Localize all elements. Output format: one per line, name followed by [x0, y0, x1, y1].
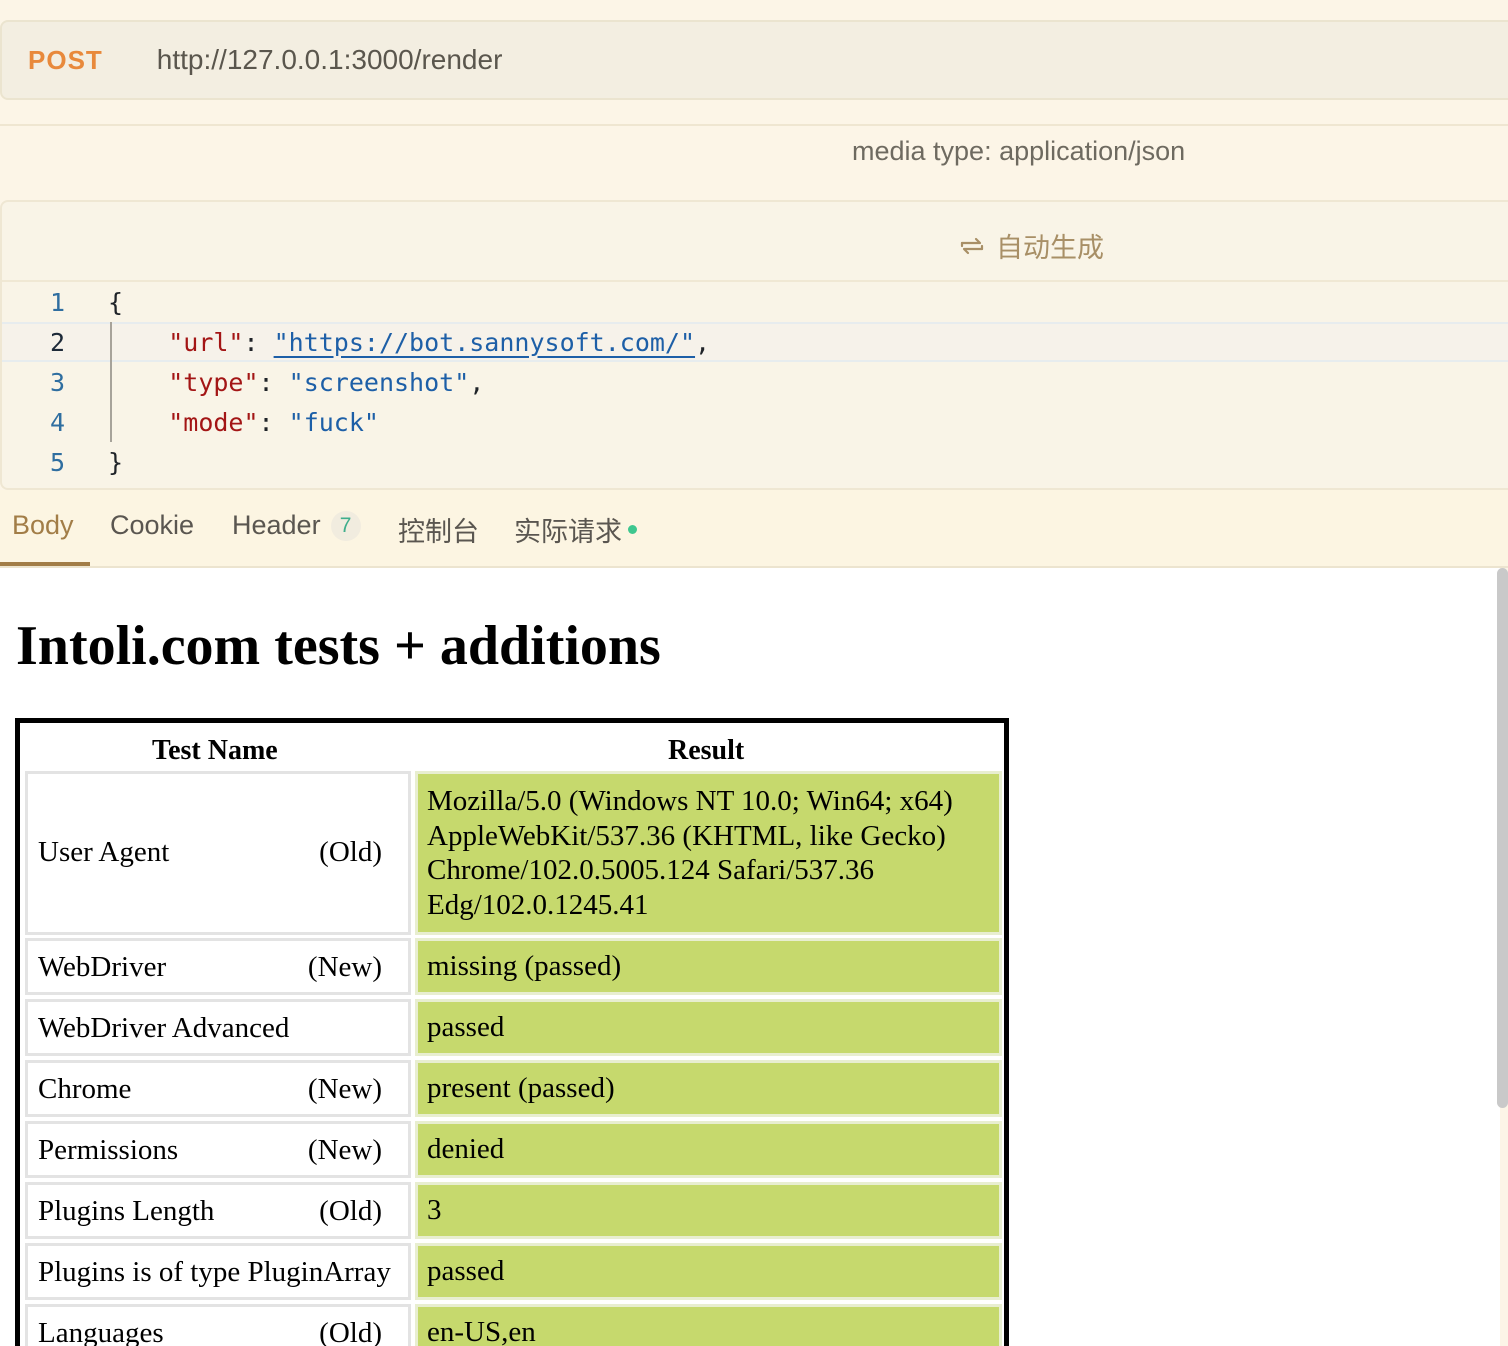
- active-tab-indicator: [0, 562, 90, 566]
- page-title: Intoli.com tests + additions: [16, 615, 661, 677]
- response-preview[interactable]: Intoli.com tests + additions Test Name R…: [0, 568, 1500, 1346]
- table-row-result: 3: [415, 1182, 1002, 1239]
- table-row-name: User Agent (Old): [25, 771, 411, 935]
- tab-body[interactable]: Body: [12, 510, 74, 541]
- media-type-label[interactable]: media type: application/json: [852, 136, 1185, 167]
- table-row-result: Mozilla/5.0 (Windows NT 10.0; Win64; x64…: [415, 771, 1002, 935]
- indent-guide: [110, 322, 112, 442]
- line-number: 3: [50, 367, 66, 397]
- code-line-2: 2 "url": "https://bot.sannysoft.com/",: [2, 322, 1508, 362]
- json-key-url: "url": [168, 327, 244, 357]
- col-header-test-name: Test Name: [152, 735, 278, 766]
- json-body-editor: 自动生成 1 { 2 "url": "https://bot.sannysoft…: [0, 200, 1508, 490]
- line-number: 5: [50, 447, 66, 477]
- tab-header-label: Header: [232, 510, 321, 540]
- code-line-5: 5 }: [2, 442, 1508, 482]
- table-row-name: Plugins is of type PluginArray: [25, 1243, 411, 1300]
- autogen-button[interactable]: 自动生成: [958, 226, 1104, 265]
- table-row-name: Permissions (New): [25, 1121, 411, 1178]
- top-strip: [0, 0, 1508, 20]
- status-dot-icon: [628, 525, 637, 534]
- code-line-4: 4 "mode": "fuck": [50, 407, 379, 437]
- code-line-3: 3 "type": "screenshot",: [50, 367, 485, 397]
- json-key-mode: "mode": [168, 407, 259, 437]
- preview-scrollbar[interactable]: [1497, 568, 1508, 1108]
- table-row-result: en-US,en: [415, 1304, 1002, 1346]
- json-close-brace: }: [108, 447, 124, 477]
- table-row-name: WebDriver (New): [25, 938, 411, 995]
- json-value-mode: "fuck": [288, 407, 379, 437]
- table-row-result: passed: [415, 999, 1002, 1056]
- json-open-brace: {: [108, 287, 124, 317]
- tab-console-label: 控制台: [398, 517, 479, 547]
- tab-body-label: Body: [12, 510, 74, 540]
- swap-arrows-icon: [960, 237, 984, 254]
- tab-actual-request-label: 实际请求: [514, 517, 622, 547]
- results-table: Test Name Result User Agent (Old) Mozill…: [15, 718, 1009, 1346]
- tab-cookie[interactable]: Cookie: [110, 510, 194, 541]
- table-row-name: WebDriver Advanced: [25, 999, 411, 1056]
- header-count-badge: 7: [330, 510, 361, 541]
- json-key-type: "type": [168, 367, 259, 397]
- code-line-1: 1 {: [2, 282, 1508, 322]
- code-area[interactable]: 1 { 2 "url": "https://bot.sannysoft.com/…: [2, 282, 1508, 482]
- response-tabs: Body Cookie Header 7 控制台 实际请求: [0, 490, 1508, 568]
- table-row-name: Languages (Old): [25, 1304, 411, 1346]
- request-bar: POST http://127.0.0.1:3000/render: [0, 20, 1508, 100]
- json-value-type: "screenshot": [288, 367, 470, 397]
- col-header-result: Result: [668, 735, 745, 766]
- http-method-selector[interactable]: POST: [28, 45, 103, 76]
- table-row-result: present (passed): [415, 1060, 1002, 1117]
- table-row-result: missing (passed): [415, 938, 1002, 995]
- table-row-result: denied: [415, 1121, 1002, 1178]
- line-number: 4: [50, 407, 66, 437]
- line-number: 2: [50, 327, 66, 357]
- line-number: 1: [50, 287, 66, 317]
- tab-actual-request[interactable]: 实际请求: [514, 510, 637, 549]
- table-row-name: Chrome (New): [25, 1060, 411, 1117]
- table-row-result: passed: [415, 1243, 1002, 1300]
- media-type-row: media type: application/json: [0, 124, 1508, 202]
- url-input[interactable]: http://127.0.0.1:3000/render: [157, 44, 503, 76]
- tab-cookie-label: Cookie: [110, 510, 195, 540]
- tab-console[interactable]: 控制台: [398, 510, 479, 549]
- tab-header[interactable]: Header 7: [232, 510, 361, 541]
- table-row-name: Plugins Length (Old): [25, 1182, 411, 1239]
- json-value-url-link[interactable]: "https://bot.sannysoft.com/": [274, 328, 695, 357]
- autogen-label: 自动生成: [996, 233, 1104, 263]
